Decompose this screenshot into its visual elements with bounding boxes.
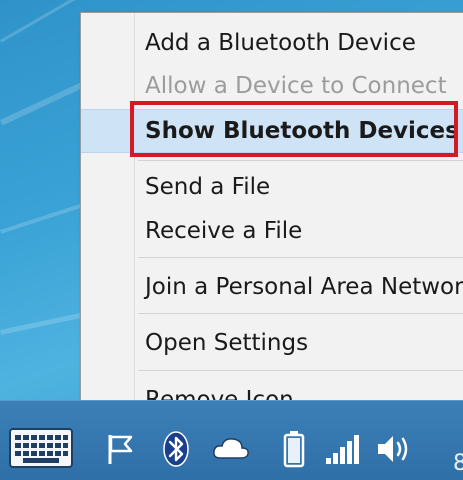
menu-separator (138, 257, 463, 258)
action-center-flag-icon[interactable] (100, 429, 140, 469)
bluetooth-icon[interactable] (156, 429, 196, 469)
bluetooth-context-menu: Add a Bluetooth Device Allow a Device to… (80, 12, 463, 426)
keyboard-icon[interactable] (8, 427, 74, 469)
menu-item-allow-device-connect[interactable]: Allow a Device to Connect (81, 66, 463, 106)
volume-icon[interactable] (374, 429, 414, 469)
desktop: Add a Bluetooth Device Allow a Device to… (0, 0, 463, 480)
highlight-annotation-box (130, 101, 458, 157)
menu-item-label: Send a File (145, 174, 271, 200)
menu-item-label: Open Settings (145, 330, 309, 356)
menu-item-add-bluetooth-device[interactable]: Add a Bluetooth Device (81, 23, 463, 63)
menu-item-join-personal-area-network[interactable]: Join a Personal Area Network (81, 267, 463, 307)
menu-separator (138, 160, 463, 161)
taskbar: 8 (0, 400, 463, 480)
menu-separator (138, 370, 463, 371)
cloud-icon[interactable] (211, 429, 251, 469)
menu-item-receive-file[interactable]: Receive a File (81, 211, 463, 251)
network-signal-icon[interactable] (322, 429, 362, 469)
menu-item-send-file[interactable]: Send a File (81, 167, 463, 207)
menu-item-open-settings[interactable]: Open Settings (81, 323, 463, 363)
battery-icon (274, 429, 314, 469)
menu-item-label: Allow a Device to Connect (145, 73, 447, 99)
menu-item-label: Receive a File (145, 218, 303, 244)
clock-text[interactable]: 8 (453, 451, 463, 476)
menu-item-label: Join a Personal Area Network (145, 274, 463, 300)
wallpaper-streak (0, 0, 80, 43)
menu-separator (138, 313, 463, 314)
menu-item-label: Add a Bluetooth Device (145, 30, 416, 56)
